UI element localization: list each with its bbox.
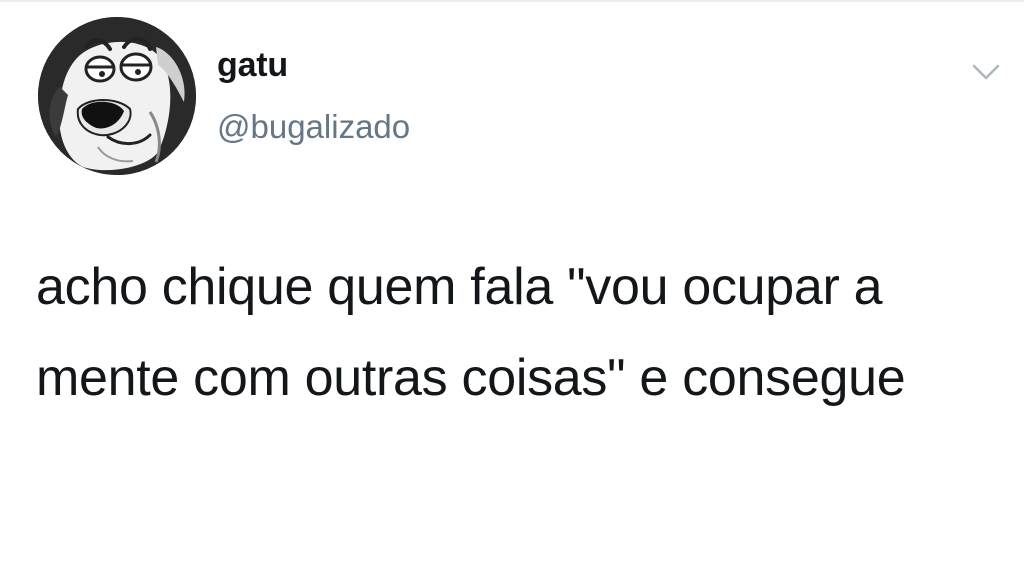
author-handle[interactable]: @bugalizado xyxy=(217,110,410,143)
cartoon-dog-avatar-icon xyxy=(38,17,196,175)
tweet-menu-button[interactable] xyxy=(968,58,1004,86)
tweet-card: gatu @bugalizado acho chique quem fala "… xyxy=(0,0,1024,568)
author-display-name[interactable]: gatu xyxy=(217,48,288,82)
tweet-text: acho chique quem fala "vou ocupar a ment… xyxy=(36,258,906,407)
avatar[interactable] xyxy=(38,17,196,175)
chevron-down-icon xyxy=(972,64,1000,80)
